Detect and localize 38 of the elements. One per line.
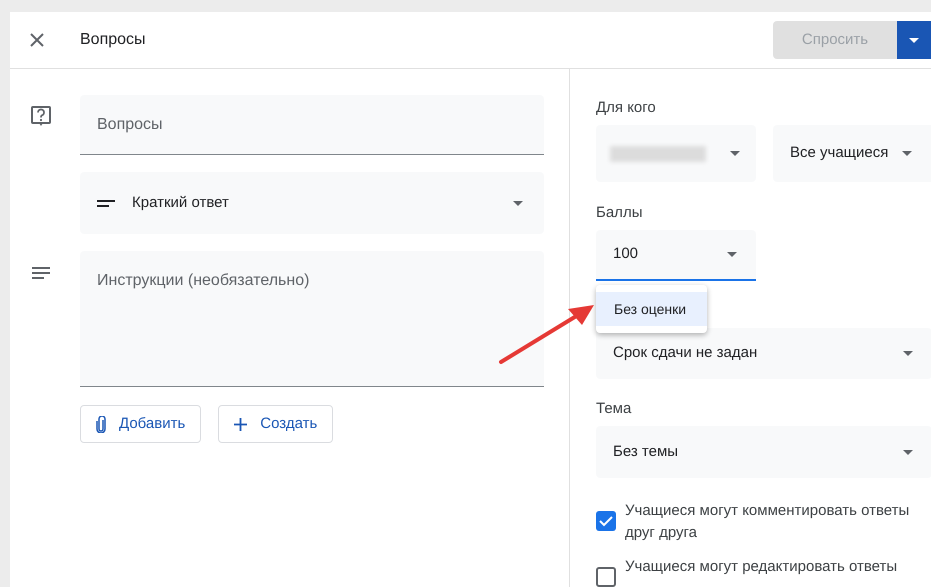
short-answer-icon: [97, 200, 115, 206]
checkbox-label: Учащиеся могут редактировать ответы: [625, 557, 898, 577]
dropdown-caret-icon: [727, 252, 737, 257]
checkbox-label: Учащиеся могут комментировать ответы друг друга: [625, 501, 910, 543]
dropdown-caret-icon: [513, 200, 523, 206]
dropdown-caret-icon: [903, 351, 913, 356]
field-label: Для кого: [596, 98, 657, 117]
students-select[interactable]: Все учащиеся: [773, 125, 931, 182]
points-value: 100: [613, 244, 640, 264]
topic-value: Без темы: [613, 442, 680, 462]
answer-type-value: Краткий ответ: [132, 192, 230, 213]
students-value: Все учащиеся: [790, 143, 888, 164]
checkbox[interactable]: [596, 567, 616, 587]
question-field[interactable]: Вопросы: [80, 95, 544, 155]
plus-icon: [234, 418, 248, 430]
caret-icon: [909, 38, 919, 42]
points-select[interactable]: 100: [596, 230, 756, 281]
answer-type-select[interactable]: Краткий ответ: [80, 172, 544, 234]
dropdown-caret-icon: [903, 450, 913, 454]
menu-item[interactable]: Без оценки: [596, 292, 707, 326]
dropdown-caret-icon: [902, 151, 912, 156]
dropdown-caret-icon: [730, 151, 740, 156]
topic-select[interactable]: Без темы: [596, 426, 931, 478]
due-value: Срок сдачи не задан: [613, 343, 758, 364]
text-lines-icon: [31, 267, 51, 279]
field-label: Тема: [596, 399, 632, 418]
check-icon: [599, 516, 613, 526]
paperclip-icon: [96, 416, 106, 432]
attach-button[interactable]: Добавить: [80, 405, 202, 443]
create-button[interactable]: Создать: [218, 405, 334, 443]
due-select[interactable]: Срок сдачи не задан: [596, 328, 931, 379]
ask-menu-button[interactable]: [897, 21, 931, 59]
window-title: Вопросы: [80, 30, 146, 50]
checkbox[interactable]: [596, 511, 616, 531]
question-icon: [31, 106, 51, 128]
close-icon[interactable]: [29, 32, 45, 48]
field-label: Баллы: [596, 203, 644, 222]
instructions-field[interactable]: Инструкции (необязательно): [80, 251, 544, 387]
